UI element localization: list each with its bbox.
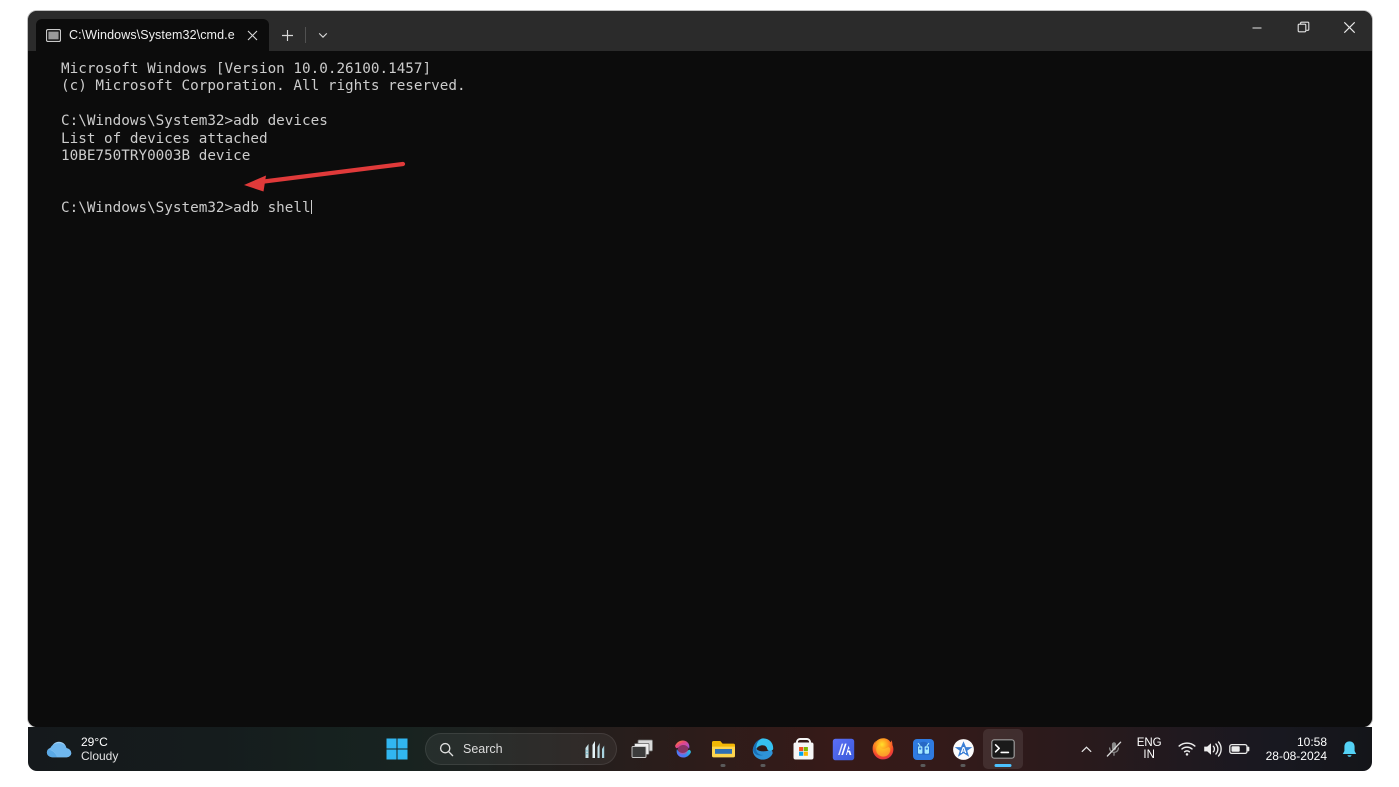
plus-icon: [282, 29, 294, 41]
clock-date: 28-08-2024: [1265, 749, 1327, 763]
tab-strip: C:\Windows\System32\cmd.e: [28, 11, 1234, 51]
notification-button[interactable]: [1335, 731, 1364, 767]
copilot-icon: [675, 740, 691, 758]
taskbar-app-android-studio[interactable]: [903, 729, 943, 769]
weather-temperature: 29°C: [81, 735, 108, 749]
task-view-icon: [631, 739, 653, 758]
tab-title: C:\Windows\System32\cmd.e: [69, 28, 235, 42]
new-tab-button[interactable]: [275, 22, 301, 48]
mic-muted-icon: [1106, 741, 1121, 757]
taskbar-app-copilot[interactable]: [663, 729, 703, 769]
text-cursor: [310, 200, 312, 215]
battery-icon: [1228, 743, 1249, 755]
minimize-icon: [1252, 26, 1262, 29]
chevron-up-icon: [1081, 745, 1092, 752]
tab-tools: [269, 19, 336, 51]
cloud-icon: [46, 741, 72, 757]
taskbar-app-task-view[interactable]: [623, 729, 663, 769]
search-input[interactable]: Search: [425, 733, 617, 765]
taskbar: 29°C Cloudy Search A ENG IN 10:58 28-08-…: [28, 727, 1372, 771]
terminal-line: C:\Windows\System32>adb devices: [61, 113, 328, 130]
search-placeholder: Search: [463, 742, 503, 756]
terminal-line-device-serial: 10BE750TRY0003B device: [61, 148, 251, 165]
store-icon: [793, 737, 813, 759]
terminal-icon: [991, 739, 1015, 759]
active-indicator: [994, 764, 1012, 767]
terminal-line: (c) Microsoft Corporation. All rights re…: [61, 78, 466, 95]
search-icon: [439, 742, 454, 756]
quick-settings-button[interactable]: [1170, 731, 1258, 767]
start-button[interactable]: [377, 729, 417, 769]
terminal-line: Microsoft Windows [Version 10.0.26100.14…: [61, 61, 432, 77]
restore-icon: [1297, 21, 1309, 33]
terminal-window: C:\Windows\System32\cmd.e Microsoft Wind…: [28, 11, 1372, 727]
edge-icon: [752, 738, 774, 760]
audio-bars-icon: [585, 741, 605, 758]
taskbar-app-microsoft-store[interactable]: [783, 729, 823, 769]
running-indicator: [720, 764, 726, 767]
taskbar-app-file-explorer[interactable]: [703, 729, 743, 769]
weather-widget[interactable]: 29°C Cloudy: [32, 729, 130, 769]
toolbar-divider: [304, 27, 306, 43]
terminal-output: Microsoft Windows [Version 10.0.26100.14…: [34, 61, 1372, 218]
firefox-icon: [872, 738, 894, 760]
clock-button[interactable]: 10:58 28-08-2024: [1258, 731, 1335, 767]
chevron-down-icon: [318, 32, 327, 39]
window-close-button[interactable]: [1326, 11, 1372, 44]
terminal-content-area[interactable]: Microsoft Windows [Version 10.0.26100.14…: [28, 51, 1372, 727]
window-titlebar[interactable]: C:\Windows\System32\cmd.e: [28, 11, 1372, 51]
language-region: IN: [1143, 749, 1155, 761]
microphone-muted-button[interactable]: [1099, 731, 1129, 767]
android-studio-icon: [912, 738, 934, 760]
taskbar-app-appium[interactable]: A: [943, 729, 983, 769]
taskbar-app-terminal[interactable]: [983, 729, 1023, 769]
tab-close-button[interactable]: [243, 25, 263, 45]
tab-dropdown-button[interactable]: [310, 22, 336, 48]
appium-icon: A: [952, 738, 974, 760]
running-indicator: [920, 764, 926, 767]
folder-icon: [711, 741, 735, 758]
language-primary: ENG: [1136, 736, 1162, 749]
bell-icon: [1342, 740, 1357, 757]
tab-cmd[interactable]: C:\Windows\System32\cmd.e: [36, 19, 269, 51]
language-indicator[interactable]: ENG IN: [1129, 731, 1170, 767]
window-controls: [1234, 11, 1372, 51]
running-indicator: [760, 764, 766, 767]
terminal-line: List of devices attached: [61, 130, 268, 147]
running-indicator: [960, 764, 966, 767]
minimize-button[interactable]: [1234, 11, 1280, 44]
slash-a-icon: [832, 738, 854, 760]
taskbar-app-firefox[interactable]: [863, 729, 903, 769]
maximize-button[interactable]: [1280, 11, 1326, 44]
clock-time: 10:58: [1296, 735, 1327, 749]
close-icon: [247, 30, 258, 40]
wifi-icon: [1178, 742, 1196, 756]
tray-overflow-button[interactable]: [1074, 731, 1099, 767]
svg-text:A: A: [960, 745, 966, 755]
console-icon: [46, 28, 61, 42]
system-tray: ENG IN 10:58 28-08-2024: [1074, 727, 1372, 771]
terminal-line-prompt: C:\Windows\System32>adb shell: [61, 200, 311, 217]
taskbar-app-microsoft-edge[interactable]: [743, 729, 783, 769]
windows-logo-icon: [386, 738, 408, 760]
taskbar-app-appium-inspector[interactable]: [823, 729, 863, 769]
weather-condition: Cloudy: [81, 749, 119, 763]
close-icon: [1343, 21, 1355, 34]
volume-icon: [1203, 741, 1222, 757]
weather-text: 29°C Cloudy: [81, 735, 118, 763]
